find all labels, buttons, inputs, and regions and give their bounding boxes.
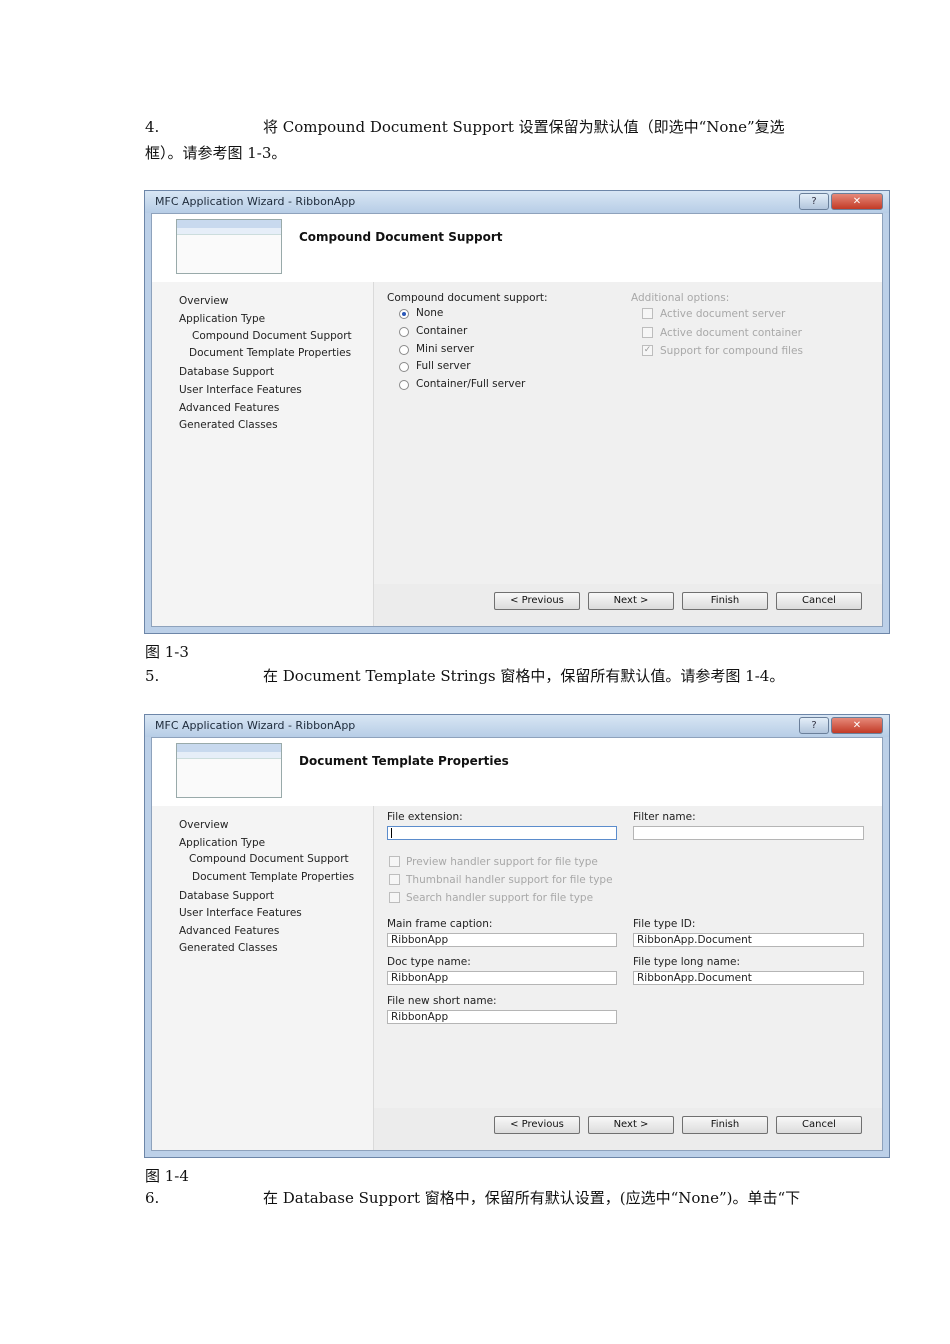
- wizard-window-compound: MFC Application Wizard - RibbonApp ? ✕ C…: [144, 190, 890, 634]
- nav-item-database-support[interactable]: Database Support: [179, 366, 274, 378]
- wizard-window-document-template: MFC Application Wizard - RibbonApp ? ✕ D…: [144, 714, 890, 1158]
- radio-mini-server-label[interactable]: Mini server: [416, 343, 474, 355]
- nav-item-overview[interactable]: Overview: [179, 295, 228, 307]
- additional-options-label: Additional options:: [631, 292, 730, 304]
- nav-item-user-interface-features[interactable]: User Interface Features: [179, 907, 302, 919]
- file-type-id-input[interactable]: RibbonApp.Document: [633, 933, 864, 947]
- filter-name-label: Filter name:: [633, 811, 696, 823]
- checkbox-active-document-server[interactable]: [642, 308, 653, 319]
- step-number: 4.: [145, 118, 160, 136]
- file-type-id-label: File type ID:: [633, 918, 696, 930]
- nav-item-compound-document-support[interactable]: Compound Document Support: [192, 330, 352, 342]
- text-caret: [391, 828, 392, 838]
- radio-full-server[interactable]: [399, 362, 409, 372]
- nav-item-compound-document-support[interactable]: Compound Document Support: [189, 853, 349, 865]
- title-bar: MFC Application Wizard - RibbonApp ? ✕: [145, 715, 889, 737]
- radio-container[interactable]: [399, 327, 409, 337]
- checkbox-support-compound-files[interactable]: ✓: [642, 345, 653, 356]
- radio-container-full-server[interactable]: [399, 380, 409, 390]
- compound-support-label: Compound document support:: [387, 292, 548, 304]
- figure-caption-1-4: 图 1-4: [145, 1167, 189, 1185]
- wizard-banner-image: [176, 743, 282, 798]
- help-button[interactable]: ?: [799, 717, 829, 734]
- step-text: 在 Document Template Strings 窗格中，保留所有默认值。…: [263, 667, 785, 685]
- cancel-button[interactable]: Cancel: [776, 1116, 862, 1134]
- main-frame-caption-input[interactable]: RibbonApp: [387, 933, 617, 947]
- nav-item-document-template-properties[interactable]: Document Template Properties: [189, 347, 351, 359]
- close-button[interactable]: ✕: [831, 193, 883, 210]
- close-button[interactable]: ✕: [831, 717, 883, 734]
- wizard-nav: Overview Application Type Compound Docum…: [152, 806, 373, 1150]
- finish-button[interactable]: Finish: [682, 1116, 768, 1134]
- previous-button[interactable]: < Previous: [494, 1116, 580, 1134]
- radio-mini-server[interactable]: [399, 345, 409, 355]
- wizard-header: Compound Document Support: [152, 214, 882, 283]
- wizard-nav: Overview Application Type Compound Docum…: [152, 282, 373, 626]
- checkbox-preview-handler[interactable]: [389, 856, 400, 867]
- cancel-button[interactable]: Cancel: [776, 592, 862, 610]
- checkbox-thumbnail-handler-label[interactable]: Thumbnail handler support for file type: [406, 874, 613, 886]
- radio-full-server-label[interactable]: Full server: [416, 360, 471, 372]
- doc-type-name-label: Doc type name:: [387, 956, 471, 968]
- step-5: 5. 在 Document Template Strings 窗格中，保留所有默认…: [145, 664, 784, 688]
- nav-item-advanced-features[interactable]: Advanced Features: [179, 925, 279, 937]
- radio-none[interactable]: [399, 309, 409, 319]
- window-title: MFC Application Wizard - RibbonApp: [155, 195, 356, 208]
- nav-item-document-template-properties[interactable]: Document Template Properties: [192, 871, 354, 883]
- checkbox-active-document-server-label[interactable]: Active document server: [660, 308, 785, 320]
- file-new-short-name-input[interactable]: RibbonApp: [387, 1010, 617, 1024]
- wizard-footer: < Previous Next > Finish Cancel: [373, 584, 882, 626]
- file-extension-label: File extension:: [387, 811, 463, 823]
- window-title: MFC Application Wizard - RibbonApp: [155, 719, 356, 732]
- wizard-content: Compound document support: None Containe…: [373, 282, 882, 584]
- next-button[interactable]: Next >: [588, 592, 674, 610]
- previous-button[interactable]: < Previous: [494, 592, 580, 610]
- figure-caption-1-3: 图 1-3: [145, 643, 189, 661]
- checkbox-preview-handler-label[interactable]: Preview handler support for file type: [406, 856, 598, 868]
- nav-item-database-support[interactable]: Database Support: [179, 890, 274, 902]
- finish-button[interactable]: Finish: [682, 592, 768, 610]
- wizard-header: Document Template Properties: [152, 738, 882, 807]
- nav-item-user-interface-features[interactable]: User Interface Features: [179, 384, 302, 396]
- doc-type-name-input[interactable]: RibbonApp: [387, 971, 617, 985]
- checkbox-search-handler[interactable]: [389, 892, 400, 903]
- page-title: Compound Document Support: [299, 230, 503, 244]
- wizard-content: File extension: Filter name: Preview han…: [373, 806, 882, 1108]
- checkbox-support-compound-files-label[interactable]: Support for compound files: [660, 345, 803, 357]
- nav-item-generated-classes[interactable]: Generated Classes: [179, 942, 278, 954]
- page-title: Document Template Properties: [299, 754, 509, 768]
- radio-container-label[interactable]: Container: [416, 325, 467, 337]
- file-type-long-name-label: File type long name:: [633, 956, 741, 968]
- nav-item-overview[interactable]: Overview: [179, 819, 228, 831]
- nav-item-application-type[interactable]: Application Type: [179, 837, 265, 849]
- wizard-banner-image: [176, 219, 282, 274]
- wizard-body: Document Template Properties Overview Ap…: [151, 737, 883, 1151]
- title-bar: MFC Application Wizard - RibbonApp ? ✕: [145, 191, 889, 213]
- nav-item-advanced-features[interactable]: Advanced Features: [179, 402, 279, 414]
- checkbox-active-document-container-label[interactable]: Active document container: [660, 327, 802, 339]
- checkbox-search-handler-label[interactable]: Search handler support for file type: [406, 892, 593, 904]
- file-type-long-name-input[interactable]: RibbonApp.Document: [633, 971, 864, 985]
- step-number: 6.: [145, 1189, 160, 1207]
- file-new-short-name-label: File new short name:: [387, 995, 497, 1007]
- step-text: 将 Compound Document Support 设置保留为默认值（即选中…: [263, 118, 785, 136]
- checkbox-active-document-container[interactable]: [642, 327, 653, 338]
- file-extension-input[interactable]: [387, 826, 617, 840]
- nav-item-application-type[interactable]: Application Type: [179, 313, 265, 325]
- step-4-line-1: 4. 将 Compound Document Support 设置保留为默认值（即…: [145, 115, 785, 139]
- checkbox-thumbnail-handler[interactable]: [389, 874, 400, 885]
- filter-name-input[interactable]: [633, 826, 864, 840]
- help-button[interactable]: ?: [799, 193, 829, 210]
- next-button[interactable]: Next >: [588, 1116, 674, 1134]
- nav-item-generated-classes[interactable]: Generated Classes: [179, 419, 278, 431]
- radio-container-full-server-label[interactable]: Container/Full server: [416, 378, 525, 390]
- main-frame-caption-label: Main frame caption:: [387, 918, 493, 930]
- step-6: 6. 在 Database Support 窗格中，保留所有默认设置，(应选中“N…: [145, 1186, 800, 1210]
- step-4-line-2: 框）。请参考图 1-3。: [145, 144, 287, 162]
- wizard-body: Compound Document Support Overview Appli…: [151, 213, 883, 627]
- step-number: 5.: [145, 667, 160, 685]
- radio-none-label[interactable]: None: [416, 307, 443, 319]
- wizard-footer: < Previous Next > Finish Cancel: [373, 1108, 882, 1150]
- step-text: 在 Database Support 窗格中，保留所有默认设置，(应选中“Non…: [263, 1189, 801, 1207]
